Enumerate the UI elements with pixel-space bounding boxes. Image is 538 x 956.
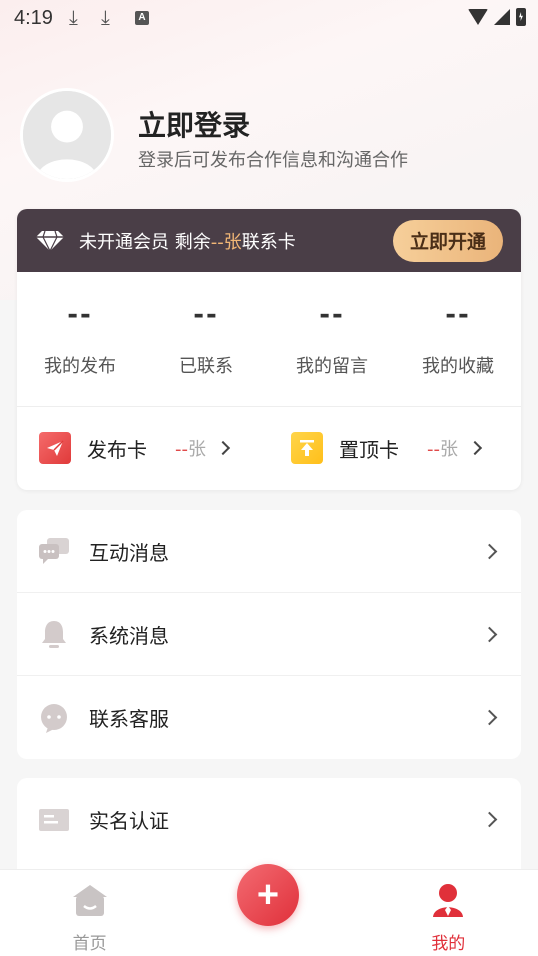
stat-value: -- (445, 300, 471, 330)
stat-value: -- (193, 300, 219, 330)
user-icon (433, 884, 464, 917)
battery-icon (516, 8, 526, 26)
pin-top-icon (291, 432, 323, 464)
diamond-icon (36, 230, 64, 252)
stat-value: -- (67, 300, 93, 330)
stat-my-favorites[interactable]: -- 我的收藏 (395, 272, 521, 406)
membership-banner: 未开通会员 剩余--张联系卡 立即开通 (17, 209, 521, 272)
notification-a-icon: A (134, 11, 149, 25)
publish-card-item[interactable]: 发布卡 --张 (17, 432, 269, 464)
nav-home-label: 首页 (72, 934, 107, 954)
chevron-right-icon (481, 626, 498, 642)
pin-card-item[interactable]: 置顶卡 --张 (269, 432, 521, 464)
download-icon (69, 5, 85, 29)
messages-menu-group: 互动消息 系统消息 联系客服 (17, 510, 521, 759)
login-subtitle: 登录后可发布合作信息和沟通合作 (138, 150, 408, 171)
stat-contacted[interactable]: -- 已联系 (143, 272, 269, 406)
card-count: --张 (427, 435, 458, 461)
card-count-dash: -- (427, 439, 440, 460)
stat-label: 已联系 (179, 356, 233, 377)
menu-item-system-messages[interactable]: 系统消息 (17, 593, 521, 676)
bell-icon (37, 617, 71, 651)
menu-label: 联系客服 (89, 707, 169, 731)
card-label: 发布卡 (87, 437, 147, 462)
stat-label: 我的发布 (44, 356, 116, 377)
send-icon (39, 432, 71, 464)
status-time: 4:19 (14, 6, 53, 29)
chevron-right-icon (481, 543, 498, 559)
member-card: 未开通会员 剩余--张联系卡 立即开通 -- 我的发布 -- 已联系 -- 我的… (17, 209, 521, 490)
home-icon (72, 885, 107, 916)
chat-bubbles-icon (37, 534, 71, 568)
stat-value: -- (319, 300, 345, 330)
default-avatar-icon (23, 91, 111, 179)
login-title[interactable]: 立即登录 (138, 104, 250, 144)
chevron-right-icon (481, 709, 498, 726)
nav-mine[interactable]: 我的 (359, 870, 538, 956)
signal-icon (494, 9, 510, 25)
account-menu-group: 实名认证 (17, 778, 521, 878)
nav-home[interactable]: 首页 (0, 870, 179, 956)
card-count-unit: 张 (440, 439, 458, 460)
status-indicators (468, 8, 526, 26)
menu-label: 互动消息 (89, 540, 169, 565)
menu-label: 实名认证 (89, 809, 169, 833)
membership-text-prefix: 未开通会员 剩余 (79, 231, 211, 253)
stat-label: 我的收藏 (422, 356, 494, 377)
chevron-right-icon (215, 440, 231, 456)
status-bar: 4:19 A (0, 0, 538, 36)
chevron-right-icon (481, 811, 498, 828)
stat-my-posts[interactable]: -- 我的发布 (17, 272, 143, 406)
membership-status-text: 未开通会员 剩余--张联系卡 (79, 228, 296, 254)
card-count-dash: -- (175, 439, 188, 460)
menu-label: 系统消息 (89, 623, 169, 648)
add-post-button[interactable]: + (237, 864, 299, 926)
membership-text-suffix: 联系卡 (241, 231, 296, 253)
card-count: --张 (175, 435, 206, 461)
id-card-icon (37, 803, 71, 837)
menu-item-real-name-verification[interactable]: 实名认证 (17, 778, 521, 861)
avatar[interactable] (20, 88, 114, 182)
card-count-unit: 张 (188, 439, 206, 460)
customer-service-icon (37, 701, 71, 735)
menu-item-customer-service[interactable]: 联系客服 (17, 676, 521, 759)
stat-label: 我的留言 (296, 356, 368, 377)
contact-card-count: --张 (210, 231, 242, 253)
nav-mine-label: 我的 (431, 934, 466, 954)
chevron-right-icon (467, 440, 483, 456)
open-membership-button[interactable]: 立即开通 (393, 219, 503, 262)
card-label: 置顶卡 (339, 437, 399, 462)
stat-my-messages[interactable]: -- 我的留言 (269, 272, 395, 406)
wifi-icon (468, 9, 488, 25)
stats-row: -- 我的发布 -- 已联系 -- 我的留言 -- 我的收藏 (17, 272, 521, 407)
cards-row: 发布卡 --张 置顶卡 --张 (17, 407, 521, 489)
download-icon (101, 5, 117, 29)
menu-item-interactive-messages[interactable]: 互动消息 (17, 510, 521, 593)
